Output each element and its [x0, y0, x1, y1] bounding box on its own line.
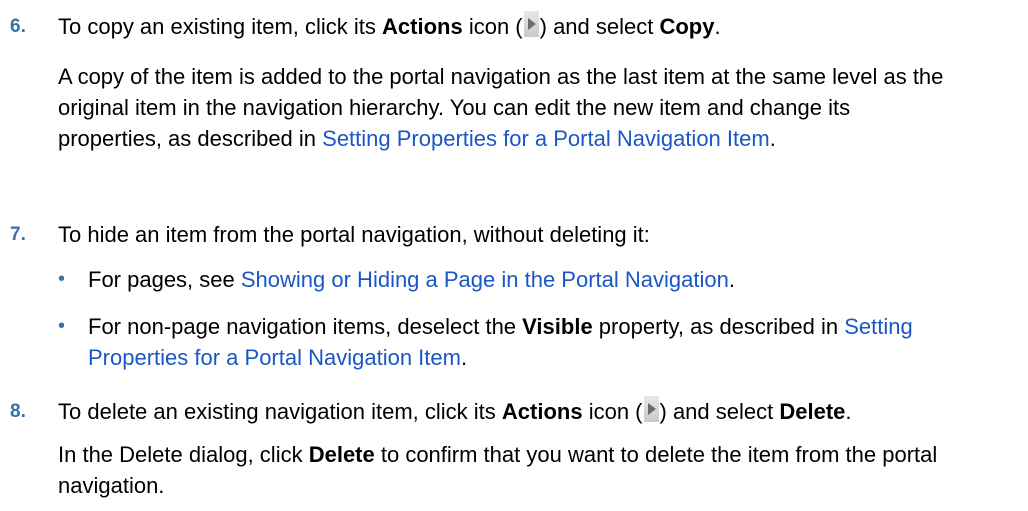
setting-properties-link[interactable]: Setting Properties for a Portal Navigati…	[322, 126, 770, 151]
actions-icon	[523, 11, 539, 37]
step-8-description: In the Delete dialog, click Delete to co…	[58, 442, 938, 498]
delete-label: Delete	[779, 399, 846, 424]
visible-label: Visible	[522, 314, 593, 339]
copy-label: Copy	[659, 14, 715, 39]
bullet-icon: •	[58, 315, 66, 337]
actions-icon	[643, 396, 659, 422]
actions-label: Actions	[382, 14, 463, 39]
step-number: 6.	[10, 16, 26, 37]
showing-hiding-page-link[interactable]: Showing or Hiding a Page in the Portal N…	[241, 267, 729, 292]
step-number: 7.	[10, 224, 26, 245]
step-7-intro: To hide an item from the portal navigati…	[58, 222, 650, 247]
delete-label: Delete	[308, 442, 375, 467]
step-number: 8.	[10, 401, 26, 422]
bullet-icon: •	[58, 268, 66, 290]
actions-label: Actions	[501, 399, 583, 424]
step-6-description: A copy of the item is added to the porta…	[58, 64, 944, 151]
step-8-intro: To delete an existing navigation item, c…	[58, 396, 852, 427]
step-6-intro: To copy an existing item, click its Acti…	[58, 11, 721, 42]
